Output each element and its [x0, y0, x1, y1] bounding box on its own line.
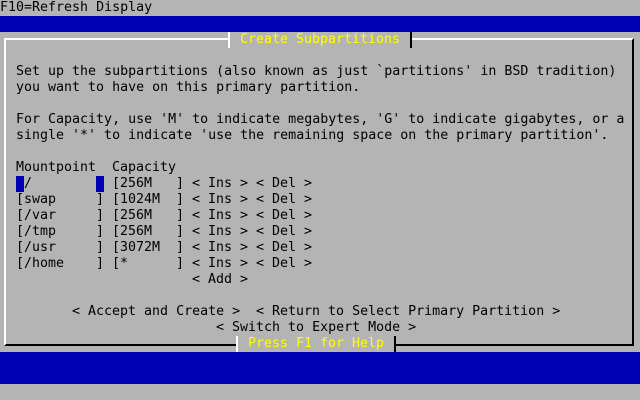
intro-text-1: Set up the subpartitions (also known as …: [16, 64, 617, 79]
mountpoint-field[interactable]: [swap ]: [16, 192, 104, 208]
ins-button[interactable]: < Ins >: [192, 176, 248, 192]
capacity-field[interactable]: [1024M ]: [112, 192, 184, 208]
capacity-field[interactable]: [256M ]: [112, 224, 184, 240]
refresh-hint: F10=Refresh Display: [0, 0, 153, 15]
mountpoint-field[interactable]: [/tmp ]: [16, 224, 104, 240]
return-to-primary-button[interactable]: < Return to Select Primary Partition >: [256, 304, 560, 320]
bottom-blue-bar: [0, 352, 640, 384]
ins-button[interactable]: < Ins >: [192, 256, 248, 272]
mountpoint-header: Mountpoint: [16, 160, 97, 175]
capacity-header: Capacity: [112, 160, 177, 175]
capacity-field[interactable]: [3072M ]: [112, 240, 184, 256]
add-button[interactable]: < Add >: [192, 272, 248, 288]
top-blue-bar: [0, 16, 640, 32]
capacity-field[interactable]: [256M ]: [112, 208, 184, 224]
ins-button[interactable]: < Ins >: [192, 240, 248, 256]
capacity-field[interactable]: [256M ]: [112, 176, 184, 192]
mountpoint-field[interactable]: [/usr ]: [16, 240, 104, 256]
ins-button[interactable]: < Ins >: [192, 208, 248, 224]
del-button[interactable]: < Del >: [256, 256, 312, 272]
ins-button[interactable]: < Ins >: [192, 192, 248, 208]
del-button[interactable]: < Del >: [256, 208, 312, 224]
mountpoint-field[interactable]: [/ ]: [16, 176, 104, 192]
accept-and-create-button[interactable]: < Accept and Create >: [72, 304, 240, 320]
capacity-field[interactable]: [* ]: [112, 256, 184, 272]
capacity-help-1: For Capacity, use 'M' to indicate megaby…: [16, 112, 625, 127]
capacity-help-2: single '*' to indicate 'use the remainin…: [16, 128, 609, 143]
intro-text-2: you want to have on this primary partiti…: [16, 80, 361, 95]
dialog-title: Create Subpartitions: [228, 32, 412, 48]
del-button[interactable]: < Del >: [256, 176, 312, 192]
mountpoint-field[interactable]: [/var ]: [16, 208, 104, 224]
del-button[interactable]: < Del >: [256, 240, 312, 256]
mountpoint-field[interactable]: [/home ]: [16, 256, 104, 272]
text-cursor: [96, 176, 104, 192]
del-button[interactable]: < Del >: [256, 224, 312, 240]
expert-mode-button[interactable]: < Switch to Expert Mode >: [216, 320, 416, 336]
ins-button[interactable]: < Ins >: [192, 224, 248, 240]
text-cursor: [16, 176, 24, 192]
top-hint-line: F10=Refresh Display: [0, 0, 640, 16]
del-button[interactable]: < Del >: [256, 192, 312, 208]
help-hint: Press F1 for Help: [236, 336, 396, 352]
